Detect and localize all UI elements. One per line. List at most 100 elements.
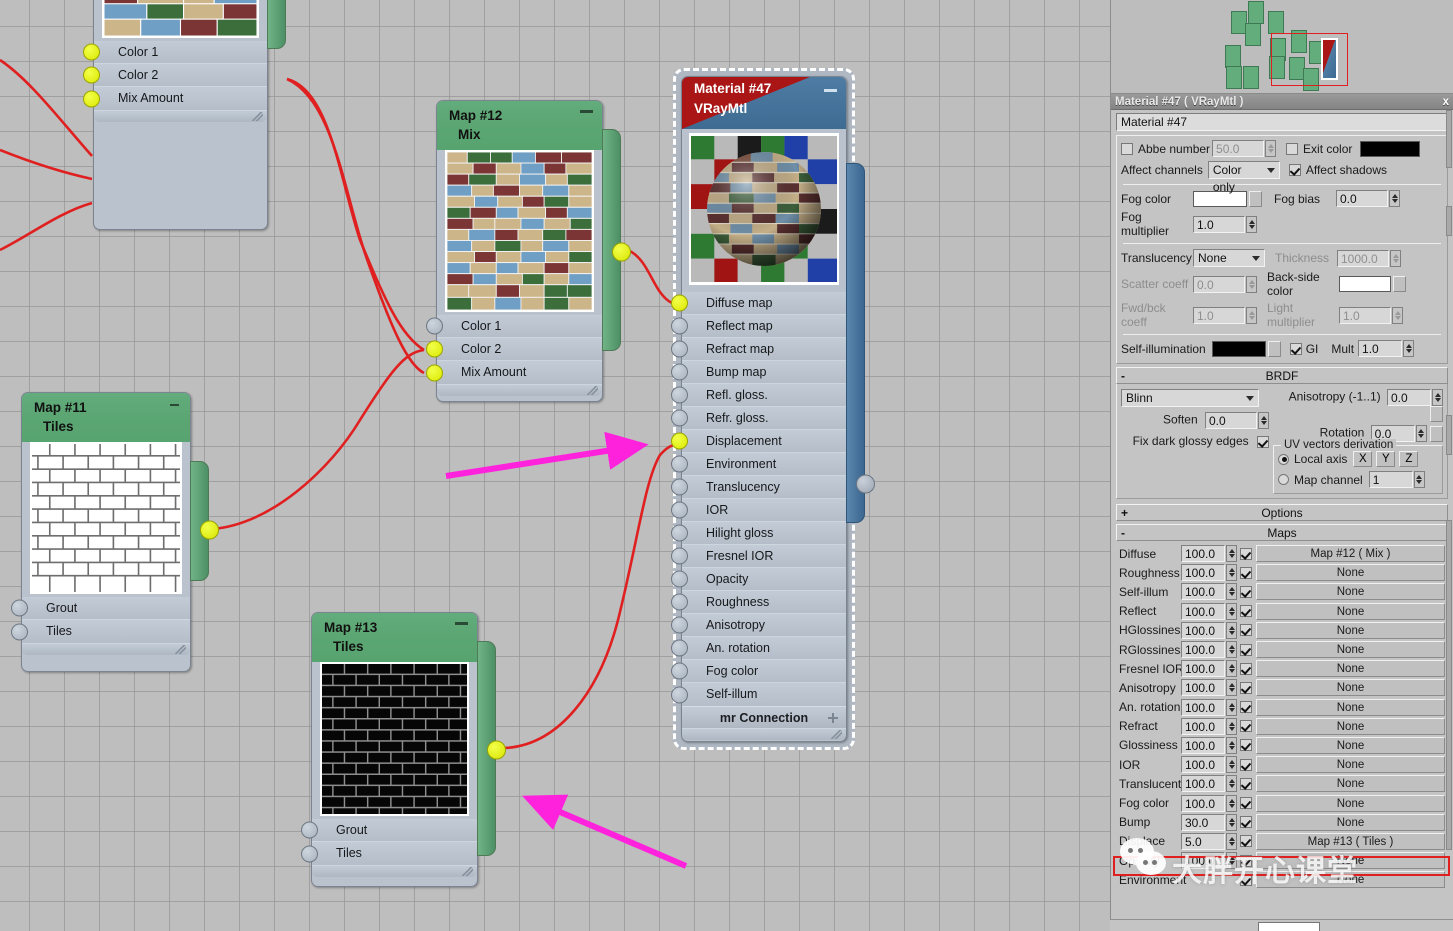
socket-fog-color[interactable]: Fog color bbox=[671, 660, 846, 683]
map-amount-value[interactable]: 100.0 bbox=[1181, 602, 1225, 620]
map-amount-value[interactable]: 100.0 bbox=[1181, 717, 1225, 735]
map-amount-spinner[interactable]: 100.0 bbox=[1181, 794, 1237, 812]
map-amount-value[interactable]: 100.0 bbox=[1181, 736, 1225, 754]
map-slot-button[interactable]: None bbox=[1256, 602, 1445, 620]
spinner-arrows-icon[interactable] bbox=[1226, 621, 1237, 639]
socket-mix-amount[interactable]: Mix Amount bbox=[426, 361, 602, 384]
fix-dark-glossy-edges-checkbox[interactable] bbox=[1257, 435, 1269, 448]
node-map-11-tiles[interactable]: Map #11 Tiles Grout Tiles bbox=[11, 392, 219, 672]
map-slot-button[interactable]: None bbox=[1256, 583, 1445, 601]
scatter-coeff-spinner[interactable]: 0.0 bbox=[1193, 275, 1257, 293]
map-amount-spinner[interactable]: 100.0 bbox=[1181, 679, 1237, 697]
socket-dot[interactable] bbox=[426, 364, 443, 381]
maps-rollout-header[interactable]: - Maps bbox=[1116, 524, 1448, 541]
node-map-12-mix[interactable]: Map #12 Mix Color 1 Color 2 Mix Amount bbox=[426, 100, 631, 402]
socket-refr-gloss[interactable]: Refr. gloss. bbox=[671, 407, 846, 430]
socket-dot[interactable] bbox=[671, 570, 688, 588]
socket-an-rotation[interactable]: An. rotation bbox=[671, 637, 846, 660]
exit-color-swatch[interactable] bbox=[1360, 140, 1421, 157]
map-enable-checkbox[interactable] bbox=[1240, 758, 1252, 771]
socket-dot[interactable] bbox=[671, 501, 688, 519]
map-amount-spinner[interactable]: 100.0 bbox=[1181, 660, 1237, 678]
fog-multiplier-spinner[interactable]: 1.0 bbox=[1193, 215, 1257, 233]
map-slot-button[interactable]: None bbox=[1256, 852, 1445, 870]
spinner-arrows-icon[interactable] bbox=[1226, 602, 1237, 620]
socket-ior[interactable]: IOR bbox=[671, 499, 846, 522]
expand-icon[interactable] bbox=[828, 713, 838, 723]
output-socket-dot[interactable] bbox=[856, 474, 875, 494]
socket-dot[interactable] bbox=[83, 43, 100, 61]
socket-dot[interactable] bbox=[671, 524, 688, 542]
socket-tiles[interactable]: Tiles bbox=[11, 620, 190, 643]
map-amount-spinner[interactable]: 100.0 bbox=[1181, 717, 1237, 735]
socket-dot[interactable] bbox=[83, 66, 100, 84]
map-amount-spinner[interactable]: 100.0 bbox=[1181, 736, 1237, 754]
nav-selected-node[interactable] bbox=[1321, 38, 1338, 80]
resize-grip-icon[interactable] bbox=[252, 112, 263, 121]
socket-dot[interactable] bbox=[671, 662, 688, 680]
map-enable-checkbox[interactable] bbox=[1240, 854, 1252, 867]
socket-hilight-gloss[interactable]: Hilight gloss bbox=[671, 522, 846, 545]
self-illum-mult-value[interactable]: 1.0 bbox=[1358, 340, 1403, 357]
spinner-arrows-icon[interactable] bbox=[1226, 545, 1237, 563]
socket-dot[interactable] bbox=[301, 845, 318, 862]
map-enable-checkbox[interactable] bbox=[1240, 720, 1252, 733]
spinner-arrows-icon[interactable] bbox=[1226, 794, 1237, 812]
fwd-bck-coeff-value[interactable]: 1.0 bbox=[1193, 306, 1245, 324]
collapse-icon[interactable] bbox=[455, 622, 468, 625]
node-output-strip[interactable] bbox=[267, 0, 286, 49]
map-enable-checkbox[interactable] bbox=[1240, 681, 1252, 694]
socket-translucency[interactable]: Translucency bbox=[671, 476, 846, 499]
socket-grout[interactable]: Grout bbox=[11, 597, 190, 620]
output-socket-dot[interactable] bbox=[612, 242, 631, 262]
scrollbar-thumb[interactable] bbox=[1446, 520, 1452, 850]
node-output-strip[interactable] bbox=[602, 129, 631, 351]
fog-bias-value[interactable]: 0.0 bbox=[1336, 190, 1388, 207]
map-amount-spinner[interactable]: 100.0 bbox=[1181, 602, 1237, 620]
map-amount-value[interactable]: 100.0 bbox=[1181, 564, 1225, 582]
resize-grip-icon[interactable] bbox=[831, 730, 842, 739]
resize-grip-icon[interactable] bbox=[587, 386, 598, 395]
map-slot-button[interactable]: None bbox=[1256, 736, 1445, 754]
map-enable-checkbox[interactable] bbox=[1240, 835, 1252, 848]
map-amount-value[interactable]: 100.0 bbox=[1181, 852, 1225, 870]
map-channel-spinner[interactable]: 1 bbox=[1368, 471, 1425, 488]
output-socket-dot[interactable] bbox=[487, 740, 506, 760]
map-amount-value[interactable]: 100.0 bbox=[1181, 660, 1225, 678]
socket-dot[interactable] bbox=[671, 317, 688, 335]
light-multiplier-value[interactable]: 1.0 bbox=[1339, 306, 1391, 324]
collapse-icon[interactable] bbox=[170, 404, 179, 406]
map-amount-spinner[interactable]: 100.0 bbox=[1181, 756, 1237, 774]
panel-title-bar[interactable]: Material #47 ( VRayMtl ) x bbox=[1111, 94, 1453, 110]
spinner-arrows-icon[interactable] bbox=[1258, 412, 1269, 429]
spinner-arrows-icon[interactable] bbox=[1226, 698, 1237, 716]
map-amount-value[interactable]: 100.0 bbox=[1181, 621, 1225, 639]
spinner-arrows-icon[interactable] bbox=[1413, 471, 1425, 488]
spinner-arrows-icon[interactable] bbox=[1246, 275, 1257, 293]
anisotropy-spinner[interactable]: 0.0 bbox=[1387, 389, 1443, 406]
socket-self-illum[interactable]: Self-illum bbox=[671, 683, 846, 706]
socket-dot[interactable] bbox=[671, 639, 688, 657]
expand-icon[interactable]: + bbox=[1121, 505, 1128, 521]
map-slot-button[interactable]: None bbox=[1256, 794, 1445, 812]
map-enable-checkbox[interactable] bbox=[1240, 547, 1252, 560]
socket-dot[interactable] bbox=[11, 599, 28, 617]
axis-x-button[interactable]: X bbox=[1353, 451, 1373, 467]
fog-bias-spinner[interactable]: 0.0 bbox=[1336, 190, 1400, 207]
map-amount-spinner[interactable]: 30.0 bbox=[1181, 813, 1237, 831]
map-enable-checkbox[interactable] bbox=[1240, 816, 1252, 829]
mr-connection-rollout[interactable]: mr Connection bbox=[682, 706, 846, 728]
collapse-icon[interactable] bbox=[824, 89, 837, 92]
map-amount-spinner[interactable]: 100.0 bbox=[1181, 852, 1237, 870]
map-amount-spinner[interactable]: 100.0 bbox=[1181, 775, 1237, 793]
map-amount-spinner[interactable]: 100.0 bbox=[1181, 621, 1237, 639]
map-slot-button[interactable]: None bbox=[1256, 660, 1445, 678]
socket-opacity[interactable]: Opacity bbox=[671, 568, 846, 591]
coordinate-field[interactable] bbox=[1258, 922, 1320, 931]
soften-spinner[interactable]: 0.0 bbox=[1205, 412, 1269, 429]
node-output-strip[interactable] bbox=[190, 461, 219, 581]
map-amount-value[interactable]: 100.0 bbox=[1181, 775, 1225, 793]
map-amount-spinner[interactable]: 100.0 bbox=[1181, 641, 1237, 659]
spinner-arrows-icon[interactable] bbox=[1246, 215, 1257, 233]
map-enable-checkbox[interactable] bbox=[1240, 739, 1252, 752]
